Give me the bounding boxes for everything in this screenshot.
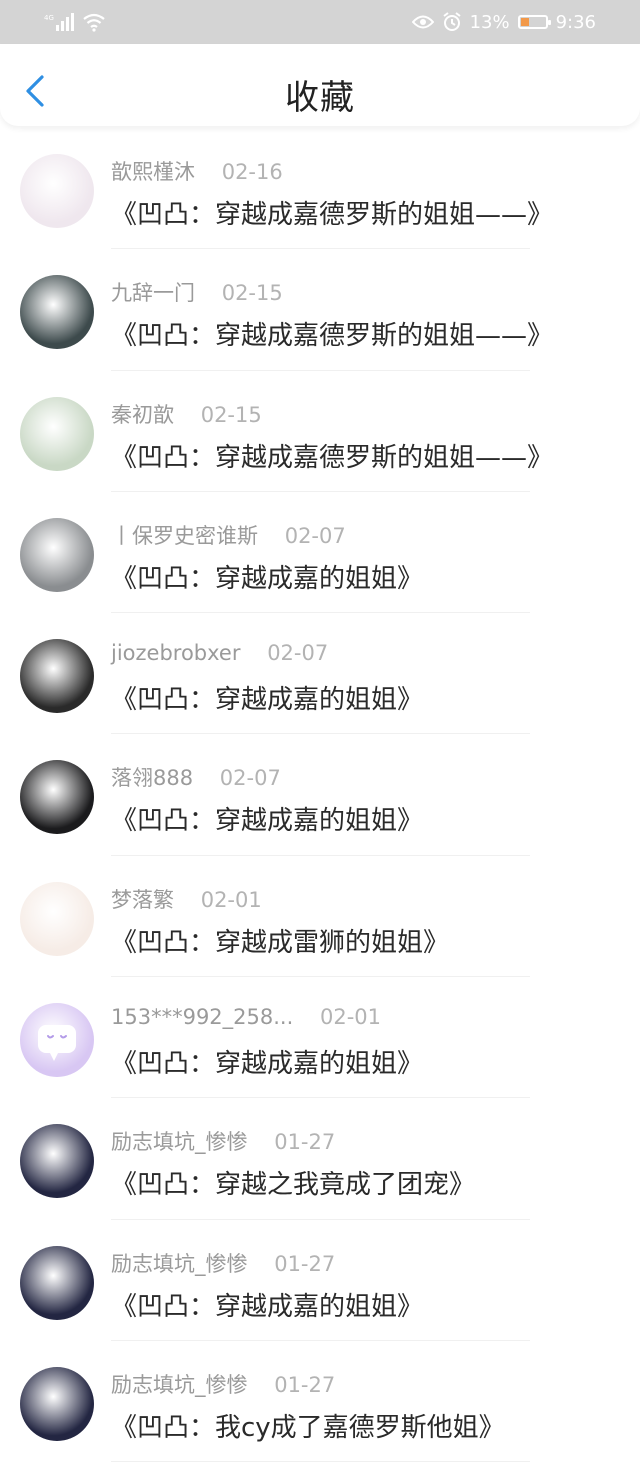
story-title[interactable]: 《凹凸：我cy成了嘉德罗斯他姐》 — [111, 1407, 505, 1444]
story-title[interactable]: 《凹凸：穿越成嘉德罗斯的姐姐——》 — [111, 194, 553, 231]
avatar[interactable] — [20, 517, 94, 592]
alarm-icon — [442, 12, 461, 31]
avatar[interactable] — [20, 639, 94, 714]
author-name[interactable]: 励志填坑_惨惨 — [111, 1130, 248, 1154]
item-meta: 秦初歆 02-15 — [111, 399, 262, 429]
story-title[interactable]: 《凹凸：穿越成嘉的姐姐》 — [111, 1043, 423, 1080]
author-name[interactable]: 九辞一门 — [111, 281, 195, 305]
story-title[interactable]: 《凹凸：穿越之我竟成了团宠》 — [111, 1164, 475, 1201]
battery-icon — [517, 15, 551, 29]
list-item[interactable]: 153***992_258... 02-01 《凹凸：穿越成嘉的姐姐》 — [0, 977, 640, 1099]
item-meta: 励志填坑_惨惨 01-27 — [111, 1369, 335, 1399]
favorites-list: 歆熙槿沐 02-16 《凹凸：穿越成嘉德罗斯的姐姐——》 九辞一门 02-15 … — [0, 128, 640, 1462]
author-name[interactable]: 歆熙槿沐 — [111, 160, 195, 184]
story-title[interactable]: 《凹凸：穿越成雷狮的姐姐》 — [111, 922, 449, 959]
post-date: 02-01 — [200, 887, 262, 912]
list-item[interactable]: 九辞一门 02-15 《凹凸：穿越成嘉德罗斯的姐姐——》 — [0, 249, 640, 371]
author-name[interactable]: 丨保罗史密谁斯 — [111, 524, 258, 548]
avatar[interactable] — [20, 275, 94, 350]
list-item[interactable]: 梦落繁 02-01 《凹凸：穿越成雷狮的姐姐》 — [0, 856, 640, 978]
avatar[interactable] — [20, 760, 94, 835]
post-date: 02-15 — [221, 281, 283, 306]
page-title: 收藏 — [285, 78, 355, 118]
clock: 9:36 — [555, 11, 596, 33]
story-title[interactable]: 《凹凸：穿越成嘉的姐姐》 — [111, 679, 423, 716]
post-date: 01-27 — [274, 1130, 336, 1155]
nav-bar: 收藏 — [0, 44, 640, 126]
post-date: 01-27 — [274, 1372, 336, 1397]
list-item[interactable]: 励志填坑_惨惨 01-27 《凹凸：穿越成嘉的姐姐》 — [0, 1220, 640, 1341]
post-date: 02-01 — [319, 1005, 382, 1030]
list-item[interactable]: 秦初歆 02-15 《凹凸：穿越成嘉德罗斯的姐姐——》 — [0, 371, 640, 492]
item-meta: 励志填坑_惨惨 01-27 — [111, 1126, 335, 1156]
author-name[interactable]: 梦落繁 — [111, 888, 174, 912]
post-date: 02-15 — [200, 402, 262, 427]
author-name[interactable]: jiozebrobxer — [111, 641, 240, 665]
story-title[interactable]: 《凹凸：穿越成嘉的姐姐》 — [111, 800, 423, 837]
author-name[interactable]: 153***992_258... — [111, 1005, 293, 1029]
list-item[interactable]: 歆熙槿沐 02-16 《凹凸：穿越成嘉德罗斯的姐姐——》 — [0, 128, 640, 250]
item-meta: 落翎888 02-07 — [111, 762, 281, 792]
item-meta: 励志填坑_惨惨 01-27 — [111, 1248, 335, 1278]
post-date: 02-07 — [219, 766, 281, 791]
wifi-icon — [83, 13, 105, 32]
item-meta: 梦落繁 02-01 — [111, 884, 262, 914]
svg-text:4G: 4G — [44, 14, 54, 22]
post-date: 02-16 — [221, 160, 283, 184]
list-item[interactable]: 丨保罗史密谁斯 02-07 《凹凸：穿越成嘉的姐姐》 — [0, 492, 640, 614]
author-name[interactable]: 落翎888 — [111, 766, 193, 790]
story-title[interactable]: 《凹凸：穿越成嘉的姐姐》 — [111, 1286, 423, 1323]
signal-icon: 4G — [44, 13, 74, 31]
author-name[interactable]: 秦初歆 — [111, 403, 174, 427]
avatar[interactable] — [20, 154, 94, 228]
avatar[interactable] — [20, 396, 94, 471]
item-meta: 丨保罗史密谁斯 02-07 — [111, 520, 346, 550]
battery-percent: 13% — [469, 11, 510, 33]
item-meta: jiozebrobxer 02-07 — [111, 641, 328, 665]
post-date: 02-07 — [284, 523, 346, 548]
avatar[interactable] — [20, 881, 94, 956]
list-item[interactable]: 励志填坑_惨惨 01-27 《凹凸：穿越之我竟成了团宠》 — [0, 1098, 640, 1220]
post-date: 01-27 — [274, 1251, 336, 1276]
status-bar: 4G 13% 9:36 — [0, 0, 640, 44]
story-title[interactable]: 《凹凸：穿越成嘉德罗斯的姐姐——》 — [111, 315, 553, 352]
item-meta: 歆熙槿沐 02-16 — [111, 156, 283, 186]
chat-bubble-icon — [38, 1025, 76, 1062]
story-title[interactable]: 《凹凸：穿越成嘉的姐姐》 — [111, 558, 423, 595]
avatar[interactable] — [20, 1366, 94, 1441]
list-item[interactable]: jiozebrobxer 02-07 《凹凸：穿越成嘉的姐姐》 — [0, 613, 640, 735]
post-date: 02-07 — [267, 641, 329, 666]
author-name[interactable]: 励志填坑_惨惨 — [111, 1252, 248, 1276]
list-item[interactable]: 励志填坑_惨惨 01-27 《凹凸：我cy成了嘉德罗斯他姐》 — [0, 1341, 640, 1462]
list-item[interactable]: 落翎888 02-07 《凹凸：穿越成嘉的姐姐》 — [0, 734, 640, 856]
item-meta: 九辞一门 02-15 — [111, 277, 283, 307]
author-name[interactable]: 励志填坑_惨惨 — [111, 1373, 248, 1397]
avatar[interactable] — [20, 1245, 94, 1320]
item-meta: 153***992_258... 02-01 — [111, 1005, 381, 1029]
story-title[interactable]: 《凹凸：穿越成嘉德罗斯的姐姐——》 — [111, 437, 553, 474]
avatar[interactable] — [20, 1003, 94, 1078]
eye-icon — [411, 15, 434, 29]
avatar[interactable] — [20, 1124, 94, 1199]
